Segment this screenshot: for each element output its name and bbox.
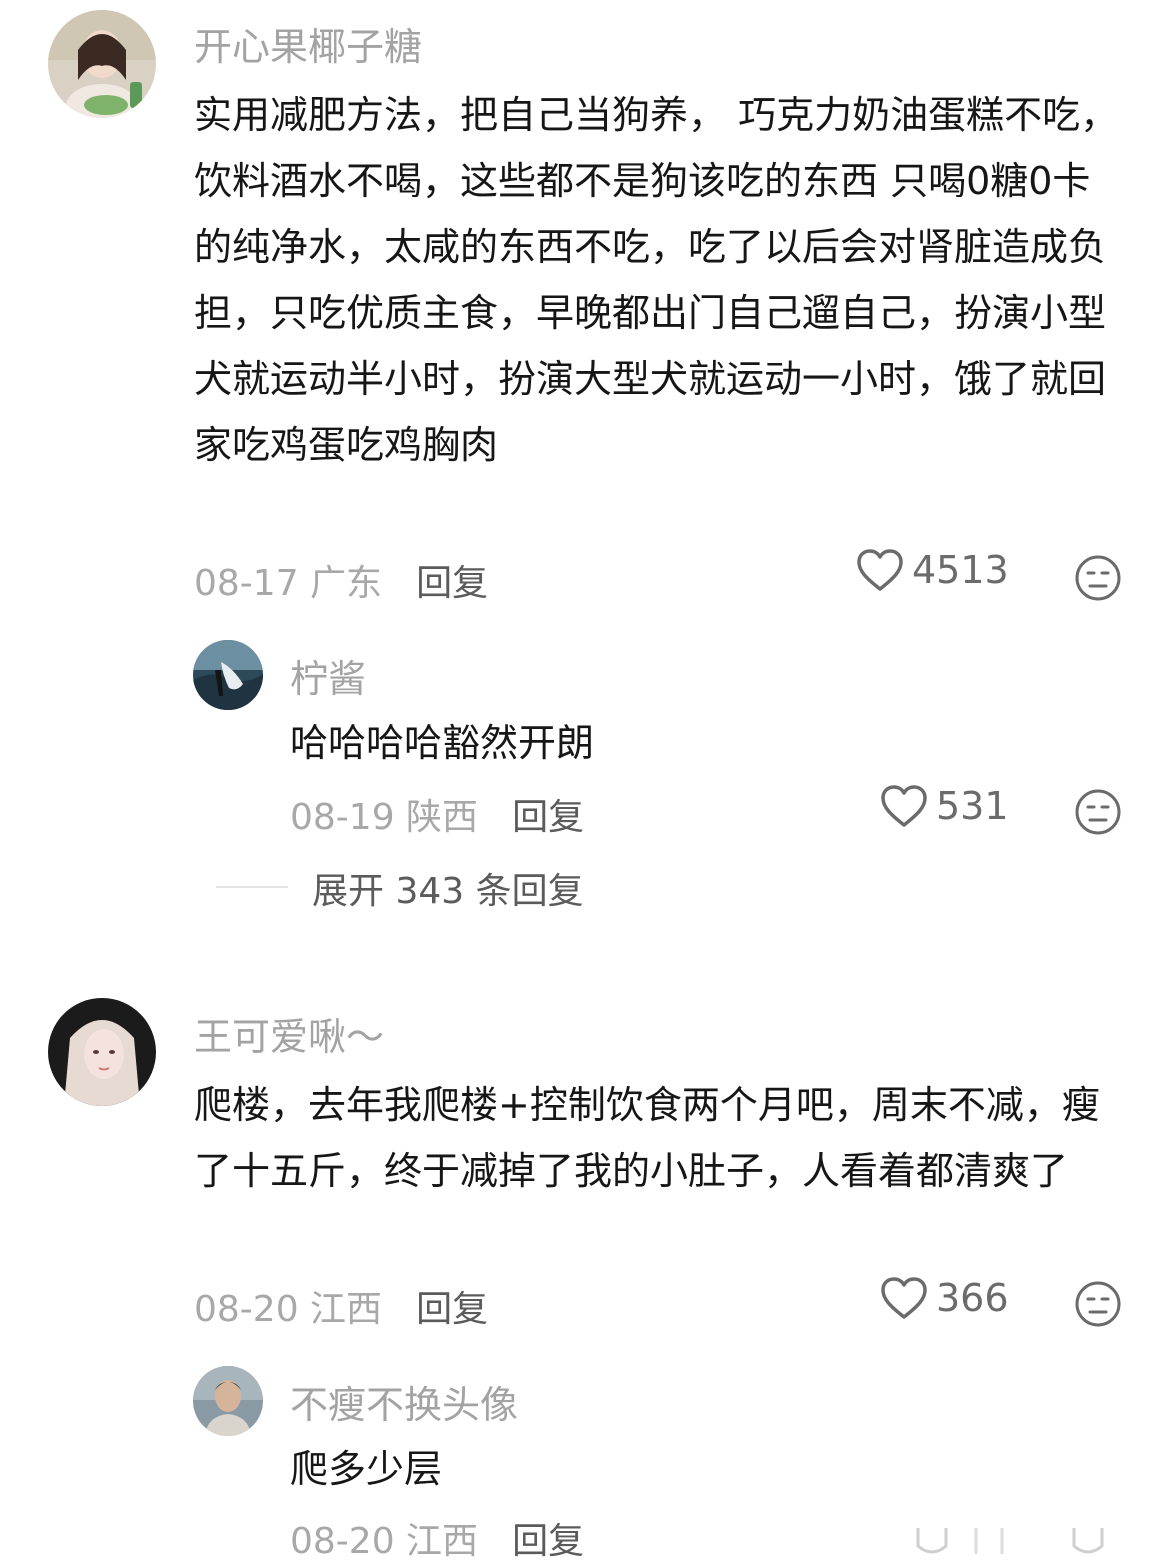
comment-text: 爬楼，去年我爬楼+控制饮食两个月吧，周末不减，瘦了十五斤，终于减掉了我的小肚子，… <box>194 1083 1100 1193</box>
reply-date-location: 08-19 陕西 <box>290 797 479 838</box>
reply-text: 哈哈哈哈豁然开朗 <box>290 721 595 765</box>
like-button[interactable]: 531 <box>880 784 1009 828</box>
scroll-down-indicator[interactable] <box>914 1524 1114 1564</box>
reply-button[interactable]: 回复 <box>416 563 488 604</box>
comment-date-location: 08-20 江西 <box>194 1289 383 1330</box>
comment-username[interactable]: 开心果椰子糖 <box>194 16 422 71</box>
like-count: 366 <box>936 1276 1009 1320</box>
dislike-button[interactable] <box>1074 554 1122 606</box>
heart-outline-icon <box>881 1277 927 1319</box>
reply-meta: 08-19 陕西 回复 <box>290 788 584 840</box>
avatar[interactable] <box>193 640 263 710</box>
like-count: 4513 <box>912 548 1009 592</box>
like-button[interactable]: 366 <box>880 1276 1009 1320</box>
avatar[interactable] <box>193 1366 263 1436</box>
comment-username[interactable]: 王可爱啾～ <box>194 1006 384 1061</box>
expand-divider <box>216 886 288 888</box>
comment-meta: 08-20 江西 回复 <box>194 1280 488 1332</box>
heart-outline-icon <box>857 549 903 591</box>
reply-username[interactable]: 柠酱 <box>290 648 366 703</box>
comment-meta: 08-17 广东 回复 <box>194 554 488 606</box>
expand-replies-button[interactable]: 展开 343 条回复 <box>312 862 584 914</box>
reply-button[interactable]: 回复 <box>512 797 584 838</box>
like-count: 531 <box>936 784 1009 828</box>
chevron-down-icon <box>916 1528 1104 1554</box>
avatar[interactable] <box>48 998 156 1106</box>
like-button[interactable]: 4513 <box>856 548 1009 592</box>
dislike-button[interactable] <box>1074 1280 1122 1332</box>
reply-button[interactable]: 回复 <box>512 1521 584 1562</box>
dislike-button[interactable] <box>1074 788 1122 840</box>
reply-button[interactable]: 回复 <box>416 1289 488 1330</box>
comment-text: 实用减肥方法，把自己当狗养， 巧克力奶油蛋糕不吃，饮料酒水不喝，这些都不是狗该吃… <box>194 93 1119 467</box>
reply-date-location: 08-20 江西 <box>290 1521 479 1562</box>
reply-meta: 08-20 江西 回复 <box>290 1512 584 1564</box>
meh-face-icon <box>1075 1281 1121 1327</box>
reply-username[interactable]: 不瘦不换头像 <box>290 1374 518 1429</box>
meh-face-icon <box>1075 555 1121 601</box>
comment-date-location: 08-17 广东 <box>194 563 383 604</box>
reply-text: 爬多少层 <box>290 1447 443 1491</box>
meh-face-icon <box>1075 789 1121 835</box>
avatar[interactable] <box>48 10 156 118</box>
heart-outline-icon <box>881 785 927 827</box>
